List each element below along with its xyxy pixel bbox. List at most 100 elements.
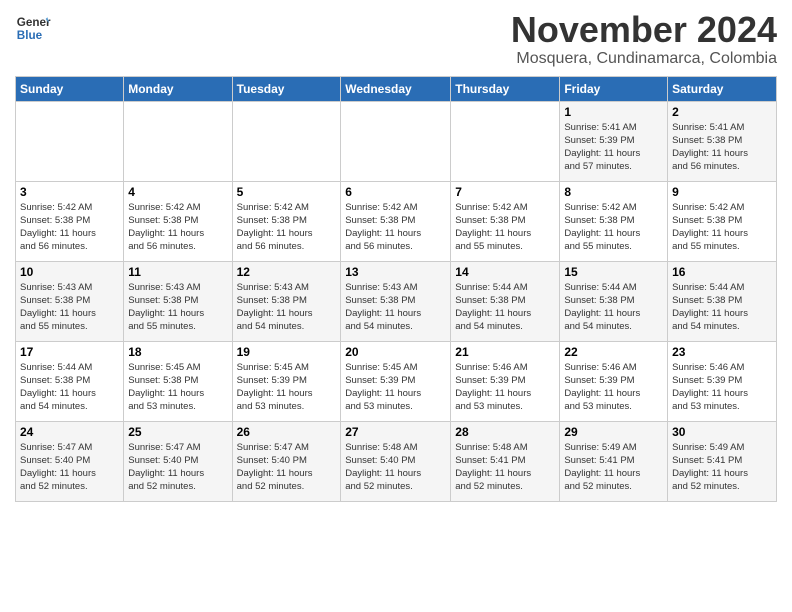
day-number: 20: [345, 345, 446, 359]
day-number: 27: [345, 425, 446, 439]
weekday-header-tuesday: Tuesday: [232, 76, 341, 101]
calendar-cell: 22 Sunrise: 5:46 AM Sunset: 5:39 PM Dayli…: [560, 341, 668, 421]
day-info: Sunrise: 5:47 AM Sunset: 5:40 PM Dayligh…: [20, 441, 119, 494]
day-info: Sunrise: 5:44 AM Sunset: 5:38 PM Dayligh…: [564, 281, 663, 334]
day-info: Sunrise: 5:43 AM Sunset: 5:38 PM Dayligh…: [237, 281, 337, 334]
calendar-cell: 3 Sunrise: 5:42 AM Sunset: 5:38 PM Daylig…: [16, 181, 124, 261]
location: Mosquera, Cundinamarca, Colombia: [511, 50, 777, 68]
calendar-cell: [451, 101, 560, 181]
calendar-cell: 2 Sunrise: 5:41 AM Sunset: 5:38 PM Daylig…: [668, 101, 777, 181]
day-number: 4: [128, 185, 227, 199]
weekday-header-monday: Monday: [124, 76, 232, 101]
day-info: Sunrise: 5:42 AM Sunset: 5:38 PM Dayligh…: [455, 201, 555, 254]
day-number: 18: [128, 345, 227, 359]
calendar-cell: 26 Sunrise: 5:47 AM Sunset: 5:40 PM Dayli…: [232, 421, 341, 501]
day-info: Sunrise: 5:46 AM Sunset: 5:39 PM Dayligh…: [564, 361, 663, 414]
calendar-table: SundayMondayTuesdayWednesdayThursdayFrid…: [15, 76, 777, 502]
weekday-header-friday: Friday: [560, 76, 668, 101]
day-number: 1: [564, 105, 663, 119]
day-number: 11: [128, 265, 227, 279]
day-number: 8: [564, 185, 663, 199]
day-info: Sunrise: 5:41 AM Sunset: 5:38 PM Dayligh…: [672, 121, 772, 174]
calendar-cell: [16, 101, 124, 181]
day-number: 14: [455, 265, 555, 279]
calendar-cell: 17Sunrise: 5:44 AM Sunset: 5:38 PM Dayli…: [16, 341, 124, 421]
day-number: 15: [564, 265, 663, 279]
day-number: 16: [672, 265, 772, 279]
day-info: Sunrise: 5:42 AM Sunset: 5:38 PM Dayligh…: [564, 201, 663, 254]
calendar-cell: 13Sunrise: 5:43 AM Sunset: 5:38 PM Dayli…: [341, 261, 451, 341]
day-info: Sunrise: 5:49 AM Sunset: 5:41 PM Dayligh…: [672, 441, 772, 494]
weekday-header-thursday: Thursday: [451, 76, 560, 101]
calendar-cell: 6Sunrise: 5:42 AM Sunset: 5:38 PM Daylig…: [341, 181, 451, 261]
calendar-cell: 5 Sunrise: 5:42 AM Sunset: 5:38 PM Daylig…: [232, 181, 341, 261]
day-number: 21: [455, 345, 555, 359]
calendar-cell: 20 Sunrise: 5:45 AM Sunset: 5:39 PM Dayli…: [341, 341, 451, 421]
day-info: Sunrise: 5:43 AM Sunset: 5:38 PM Dayligh…: [20, 281, 119, 334]
day-info: Sunrise: 5:47 AM Sunset: 5:40 PM Dayligh…: [128, 441, 227, 494]
weekday-header-sunday: Sunday: [16, 76, 124, 101]
calendar-cell: 1Sunrise: 5:41 AM Sunset: 5:39 PM Daylig…: [560, 101, 668, 181]
day-number: 23: [672, 345, 772, 359]
day-number: 7: [455, 185, 555, 199]
day-number: 3: [20, 185, 119, 199]
page-header: General Blue November 2024 Mosquera, Cun…: [15, 10, 777, 68]
weekday-header-saturday: Saturday: [668, 76, 777, 101]
calendar-cell: 15 Sunrise: 5:44 AM Sunset: 5:38 PM Dayli…: [560, 261, 668, 341]
calendar-week-3: 10 Sunrise: 5:43 AM Sunset: 5:38 PM Dayli…: [16, 261, 777, 341]
day-info: Sunrise: 5:44 AM Sunset: 5:38 PM Dayligh…: [455, 281, 555, 334]
calendar-cell: 10 Sunrise: 5:43 AM Sunset: 5:38 PM Dayli…: [16, 261, 124, 341]
day-info: Sunrise: 5:42 AM Sunset: 5:38 PM Dayligh…: [20, 201, 119, 254]
day-info: Sunrise: 5:44 AM Sunset: 5:38 PM Dayligh…: [672, 281, 772, 334]
day-info: Sunrise: 5:48 AM Sunset: 5:41 PM Dayligh…: [455, 441, 555, 494]
weekday-header-row: SundayMondayTuesdayWednesdayThursdayFrid…: [16, 76, 777, 101]
day-info: Sunrise: 5:46 AM Sunset: 5:39 PM Dayligh…: [455, 361, 555, 414]
calendar-cell: 9 Sunrise: 5:42 AM Sunset: 5:38 PM Daylig…: [668, 181, 777, 261]
day-number: 29: [564, 425, 663, 439]
day-number: 24: [20, 425, 119, 439]
svg-text:General: General: [17, 16, 51, 29]
calendar-cell: 4 Sunrise: 5:42 AM Sunset: 5:38 PM Daylig…: [124, 181, 232, 261]
calendar-cell: 11 Sunrise: 5:43 AM Sunset: 5:38 PM Dayli…: [124, 261, 232, 341]
day-number: 25: [128, 425, 227, 439]
calendar-cell: 24 Sunrise: 5:47 AM Sunset: 5:40 PM Dayli…: [16, 421, 124, 501]
svg-text:Blue: Blue: [17, 29, 43, 42]
day-info: Sunrise: 5:42 AM Sunset: 5:38 PM Dayligh…: [237, 201, 337, 254]
calendar-cell: 23 Sunrise: 5:46 AM Sunset: 5:39 PM Dayli…: [668, 341, 777, 421]
day-info: Sunrise: 5:45 AM Sunset: 5:38 PM Dayligh…: [128, 361, 227, 414]
day-info: Sunrise: 5:43 AM Sunset: 5:38 PM Dayligh…: [345, 281, 446, 334]
day-number: 22: [564, 345, 663, 359]
calendar-cell: 16 Sunrise: 5:44 AM Sunset: 5:38 PM Dayli…: [668, 261, 777, 341]
title-section: November 2024 Mosquera, Cundinamarca, Co…: [511, 10, 777, 68]
calendar-cell: [341, 101, 451, 181]
day-info: Sunrise: 5:45 AM Sunset: 5:39 PM Dayligh…: [345, 361, 446, 414]
day-info: Sunrise: 5:48 AM Sunset: 5:40 PM Dayligh…: [345, 441, 446, 494]
calendar-cell: 29 Sunrise: 5:49 AM Sunset: 5:41 PM Dayli…: [560, 421, 668, 501]
day-info: Sunrise: 5:42 AM Sunset: 5:38 PM Dayligh…: [128, 201, 227, 254]
calendar-cell: 27 Sunrise: 5:48 AM Sunset: 5:40 PM Dayli…: [341, 421, 451, 501]
calendar-cell: 25 Sunrise: 5:47 AM Sunset: 5:40 PM Dayli…: [124, 421, 232, 501]
day-number: 5: [237, 185, 337, 199]
calendar-cell: 12Sunrise: 5:43 AM Sunset: 5:38 PM Dayli…: [232, 261, 341, 341]
day-info: Sunrise: 5:45 AM Sunset: 5:39 PM Dayligh…: [237, 361, 337, 414]
day-info: Sunrise: 5:47 AM Sunset: 5:40 PM Dayligh…: [237, 441, 337, 494]
day-number: 26: [237, 425, 337, 439]
calendar-week-2: 3 Sunrise: 5:42 AM Sunset: 5:38 PM Daylig…: [16, 181, 777, 261]
day-number: 19: [237, 345, 337, 359]
calendar-cell: 19 Sunrise: 5:45 AM Sunset: 5:39 PM Dayli…: [232, 341, 341, 421]
day-info: Sunrise: 5:43 AM Sunset: 5:38 PM Dayligh…: [128, 281, 227, 334]
calendar-cell: [232, 101, 341, 181]
day-info: Sunrise: 5:42 AM Sunset: 5:38 PM Dayligh…: [672, 201, 772, 254]
day-info: Sunrise: 5:49 AM Sunset: 5:41 PM Dayligh…: [564, 441, 663, 494]
calendar-cell: 8 Sunrise: 5:42 AM Sunset: 5:38 PM Daylig…: [560, 181, 668, 261]
calendar-cell: 30Sunrise: 5:49 AM Sunset: 5:41 PM Dayli…: [668, 421, 777, 501]
day-number: 28: [455, 425, 555, 439]
calendar-week-4: 17Sunrise: 5:44 AM Sunset: 5:38 PM Dayli…: [16, 341, 777, 421]
calendar-cell: 18 Sunrise: 5:45 AM Sunset: 5:38 PM Dayli…: [124, 341, 232, 421]
day-number: 10: [20, 265, 119, 279]
day-number: 2: [672, 105, 772, 119]
day-info: Sunrise: 5:46 AM Sunset: 5:39 PM Dayligh…: [672, 361, 772, 414]
day-number: 9: [672, 185, 772, 199]
logo-icon: General Blue: [15, 10, 51, 46]
calendar-cell: 14 Sunrise: 5:44 AM Sunset: 5:38 PM Dayli…: [451, 261, 560, 341]
